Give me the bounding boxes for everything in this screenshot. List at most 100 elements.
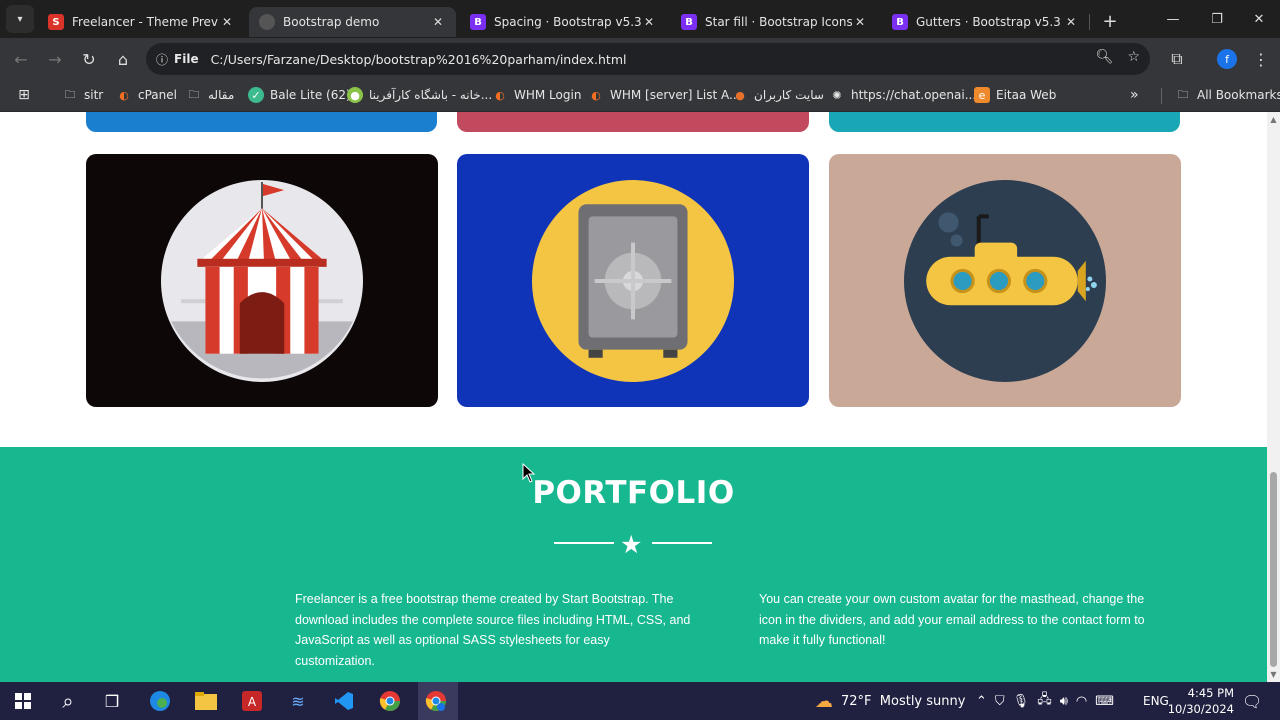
bookmark-eitaa[interactable]: e Eitaa Web bbox=[974, 87, 1056, 103]
bookmark-chatgpt[interactable]: ✺ https://chat.openai.... bbox=[829, 87, 980, 103]
portfolio-card-submarine[interactable] bbox=[829, 154, 1181, 407]
bookmark-whm-login[interactable]: ◐ WHM Login bbox=[492, 87, 581, 103]
url-text[interactable]: C:/Users/Farzane/Desktop/bootstrap%2016%… bbox=[211, 52, 627, 67]
address-bar[interactable]: ⓘ File C:/Users/Farzane/Desktop/bootstra… bbox=[146, 43, 1150, 75]
clock[interactable]: 4:45 PM 10/30/2024 bbox=[1168, 685, 1234, 717]
tab-title: Gutters · Bootstrap v5.3 bbox=[916, 15, 1061, 29]
reload-button[interactable]: ↻ bbox=[72, 42, 106, 76]
close-tab-icon[interactable]: ✕ bbox=[1063, 15, 1079, 29]
minimize-button[interactable]: — bbox=[1152, 0, 1194, 38]
edge-icon[interactable] bbox=[145, 687, 175, 715]
cpanel-icon: ◐ bbox=[119, 88, 129, 102]
card-bottom-edge bbox=[457, 112, 809, 132]
cpanel-icon: ◐ bbox=[591, 88, 601, 102]
close-tab-icon[interactable]: ✕ bbox=[430, 15, 446, 29]
tab-search-menu-button[interactable]: ▾ bbox=[6, 5, 34, 33]
language-indicator[interactable]: ENG bbox=[1143, 682, 1169, 720]
bookmark-label: سایت کاربران bbox=[754, 88, 824, 102]
tab-bootstrap-demo[interactable]: Bootstrap demo ✕ bbox=[249, 7, 456, 37]
folder-icon: 🗀 bbox=[188, 87, 200, 101]
bookmark-cpanel[interactable]: ◐ cPanel bbox=[116, 87, 177, 103]
scroll-down-arrow-icon[interactable]: ▼ bbox=[1269, 670, 1278, 679]
forward-button[interactable]: → bbox=[38, 42, 72, 76]
scrollbar-thumb[interactable] bbox=[1270, 472, 1277, 667]
portfolio-heading: PORTFOLIO bbox=[532, 475, 735, 511]
microphone-icon[interactable]: 🎙︎ bbox=[1013, 694, 1030, 709]
bookmark-site-karbaran[interactable]: ● سایت کاربران bbox=[732, 87, 824, 103]
globe-icon bbox=[259, 14, 275, 30]
close-tab-icon[interactable]: ✕ bbox=[219, 15, 235, 29]
tab-divider bbox=[1089, 14, 1090, 30]
tab-strip: ▾ S Freelancer - Theme Preview ✕ Bootstr… bbox=[0, 0, 1280, 38]
circus-tent-icon bbox=[161, 179, 363, 382]
tab-title: Spacing · Bootstrap v5.3 bbox=[494, 15, 641, 29]
tab-title: Freelancer - Theme Preview bbox=[72, 15, 219, 29]
extensions-icon[interactable]: ⧉ bbox=[1160, 42, 1194, 76]
tab-title: Bootstrap demo bbox=[283, 15, 380, 29]
bookmark-label: Bale Lite (62) bbox=[270, 88, 351, 102]
bookmarks-bar: ⊞ 🗀 sitr ◐ cPanel 🗀 مقاله ✓ Bale Lite (62) ●… bbox=[0, 80, 1280, 112]
volume-icon[interactable]: 🔊︎ bbox=[1060, 694, 1068, 709]
portfolio-card-safe[interactable] bbox=[457, 154, 809, 407]
home-button[interactable]: ⌂ bbox=[106, 42, 140, 76]
back-button[interactable]: ← bbox=[4, 42, 38, 76]
tab-gutters[interactable]: B Gutters · Bootstrap v5.3 ✕ bbox=[882, 7, 1089, 37]
windows-taskbar: ⌕ ❒ A ≋ ☁ 72°F Mostly sunny ⌃ ⛉ 🎙︎ 🖧 🔊︎ … bbox=[0, 682, 1280, 720]
tray-expand-chevron-icon[interactable]: ⌃ bbox=[976, 694, 987, 709]
keyboard-icon[interactable]: ⌨ bbox=[1095, 694, 1114, 709]
folder-icon: 🗀 bbox=[1177, 87, 1189, 101]
bookmark-label: خانه - باشگاه کارآفرینا... bbox=[369, 88, 493, 102]
chrome-icon[interactable] bbox=[375, 687, 405, 715]
info-icon[interactable]: ⓘ bbox=[156, 51, 168, 68]
task-view-icon[interactable]: ❒ bbox=[97, 687, 127, 715]
bookmark-sitr[interactable]: 🗀 sitr bbox=[62, 87, 104, 103]
notifications-icon[interactable]: 🗨 bbox=[1242, 682, 1262, 720]
security-icon[interactable]: ⛉ bbox=[995, 694, 1005, 709]
weather-widget[interactable]: ☁ 72°F Mostly sunny bbox=[815, 682, 965, 720]
bootstrap-icon: B bbox=[681, 14, 697, 30]
bookmark-label: sitr bbox=[84, 88, 104, 102]
close-window-button[interactable]: ✕ bbox=[1238, 0, 1280, 38]
network-icon[interactable]: 🖧 bbox=[1037, 690, 1052, 712]
all-bookmarks-button[interactable]: 🗀 All Bookmarks bbox=[1175, 87, 1280, 103]
acrobat-icon[interactable]: A bbox=[237, 687, 267, 715]
apps-grid-icon[interactable]: ⊞ bbox=[16, 87, 38, 103]
menu-kebab-icon[interactable]: ⋮ bbox=[1244, 42, 1278, 76]
all-bookmarks-label: All Bookmarks bbox=[1197, 88, 1280, 102]
zoom-icon[interactable]: 🔍︎ bbox=[1096, 49, 1114, 65]
chrome-profile-icon[interactable] bbox=[421, 687, 451, 715]
tab-freelancer[interactable]: S Freelancer - Theme Preview ✕ bbox=[38, 7, 245, 37]
close-tab-icon[interactable]: ✕ bbox=[852, 15, 868, 29]
portfolio-card-circus[interactable] bbox=[86, 154, 438, 407]
more-bookmarks-chevron-icon[interactable]: » bbox=[1130, 87, 1139, 103]
close-tab-icon[interactable]: ✕ bbox=[641, 15, 657, 29]
page-scrollbar[interactable]: ▲ ▼ bbox=[1267, 112, 1280, 682]
divider-line bbox=[652, 542, 712, 544]
restore-button[interactable]: ❐ bbox=[1196, 0, 1238, 38]
bookmark-label: WHM Login bbox=[514, 88, 582, 102]
vscode-icon[interactable] bbox=[329, 687, 359, 715]
divider-line bbox=[554, 542, 614, 544]
bootstrap-icon: B bbox=[470, 14, 486, 30]
folder-icon: 🗀 bbox=[64, 87, 76, 101]
bookmark-bale[interactable]: ✓ Bale Lite (62) bbox=[248, 87, 351, 103]
bookmark-star-icon[interactable]: ☆ bbox=[1127, 49, 1140, 65]
submarine-icon bbox=[904, 179, 1106, 382]
bookmark-whm-server[interactable]: ◐ WHM [server] List A... bbox=[588, 87, 740, 103]
browser-toolbar: ← → ↻ ⌂ ⓘ File C:/Users/Farzane/Desktop/… bbox=[0, 38, 1280, 80]
tab-star-fill[interactable]: B Star fill · Bootstrap Icons ✕ bbox=[671, 7, 878, 37]
search-icon[interactable]: ⌕ bbox=[53, 687, 83, 715]
windows-start-icon[interactable] bbox=[8, 687, 38, 715]
bookmark-karafarina[interactable]: ● خانه - باشگاه کارآفرینا... bbox=[347, 87, 492, 103]
file-explorer-icon[interactable] bbox=[191, 687, 221, 715]
scroll-up-arrow-icon[interactable]: ▲ bbox=[1269, 115, 1278, 124]
bookmark-maghale[interactable]: 🗀 مقاله bbox=[186, 87, 235, 103]
bookmark-label: Eitaa Web bbox=[996, 88, 1057, 102]
bookmark-label: https://chat.openai.... bbox=[851, 88, 980, 102]
tab-spacing[interactable]: B Spacing · Bootstrap v5.3 ✕ bbox=[460, 7, 667, 37]
profile-avatar[interactable]: f bbox=[1217, 49, 1237, 69]
openai-icon: ✺ bbox=[832, 88, 842, 102]
new-tab-button[interactable]: + bbox=[1096, 7, 1124, 35]
filezilla-icon[interactable]: ≋ bbox=[283, 687, 313, 715]
wifi-icon[interactable]: ◠ bbox=[1076, 694, 1087, 709]
